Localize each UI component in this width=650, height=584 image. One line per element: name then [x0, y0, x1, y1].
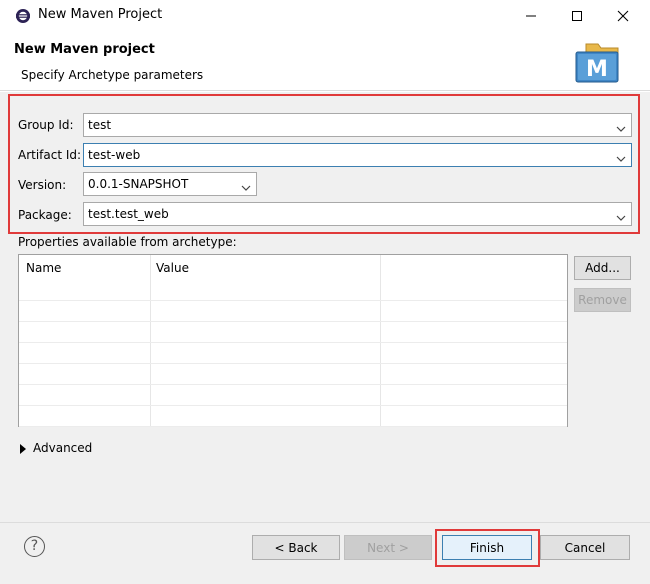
table-row[interactable] — [19, 405, 567, 427]
add-button-label: Add... — [585, 261, 620, 275]
maximize-icon[interactable] — [554, 0, 600, 31]
remove-button[interactable]: Remove — [574, 288, 631, 312]
cancel-button-label: Cancel — [564, 540, 606, 555]
table-row[interactable] — [19, 300, 567, 322]
remove-button-label: Remove — [578, 293, 627, 307]
column-header-name[interactable]: Name — [26, 261, 61, 275]
package-label: Package: — [18, 208, 72, 222]
properties-label: Properties available from archetype: — [18, 235, 237, 249]
table-row[interactable] — [19, 384, 567, 406]
finish-button[interactable]: Finish — [442, 535, 532, 560]
svg-text:M: M — [586, 57, 608, 82]
table-row[interactable] — [19, 321, 567, 343]
group-id-value: test — [88, 118, 112, 132]
version-label: Version: — [18, 178, 67, 192]
chevron-down-icon[interactable] — [616, 122, 626, 136]
chevron-down-icon[interactable] — [616, 152, 626, 166]
title-bar: New Maven Project — [0, 0, 650, 31]
window-title: New Maven Project — [38, 7, 163, 22]
chevron-down-icon[interactable] — [241, 181, 251, 195]
help-icon[interactable]: ? — [24, 536, 45, 557]
group-id-label: Group Id: — [18, 118, 74, 132]
advanced-toggle[interactable]: Advanced — [33, 441, 92, 455]
back-button-label: < Back — [274, 540, 318, 555]
column-header-value[interactable]: Value — [156, 261, 189, 275]
group-id-combo[interactable]: test — [83, 113, 632, 137]
back-button[interactable]: < Back — [252, 535, 340, 560]
next-button-label: Next > — [367, 540, 409, 555]
page-title: New Maven project — [14, 42, 155, 57]
chevron-down-icon[interactable] — [616, 211, 626, 225]
artifact-id-label: Artifact Id: — [18, 148, 82, 162]
table-row[interactable] — [19, 363, 567, 385]
package-value: test.test_web — [88, 207, 169, 221]
table-row[interactable] — [19, 342, 567, 364]
artifact-id-value: test-web — [88, 148, 141, 162]
wizard-header: New Maven project Specify Archetype para… — [0, 31, 650, 91]
close-icon[interactable] — [600, 0, 646, 31]
properties-table[interactable]: Name Value — [18, 254, 568, 427]
finish-button-label: Finish — [469, 540, 505, 555]
minimize-icon[interactable] — [508, 0, 554, 31]
table-row[interactable] — [19, 279, 567, 301]
version-value: 0.0.1-SNAPSHOT — [88, 177, 189, 191]
cancel-button[interactable]: Cancel — [540, 535, 630, 560]
version-combo[interactable]: 0.0.1-SNAPSHOT — [83, 172, 257, 196]
maven-logo-icon: M — [574, 40, 622, 84]
artifact-id-combo[interactable]: test-web — [83, 143, 632, 167]
triangle-right-icon[interactable] — [20, 443, 27, 457]
package-combo[interactable]: test.test_web — [83, 202, 632, 226]
next-button[interactable]: Next > — [344, 535, 432, 560]
add-button[interactable]: Add... — [574, 256, 631, 280]
page-subtitle: Specify Archetype parameters — [21, 68, 204, 82]
eclipse-app-icon — [15, 8, 31, 24]
